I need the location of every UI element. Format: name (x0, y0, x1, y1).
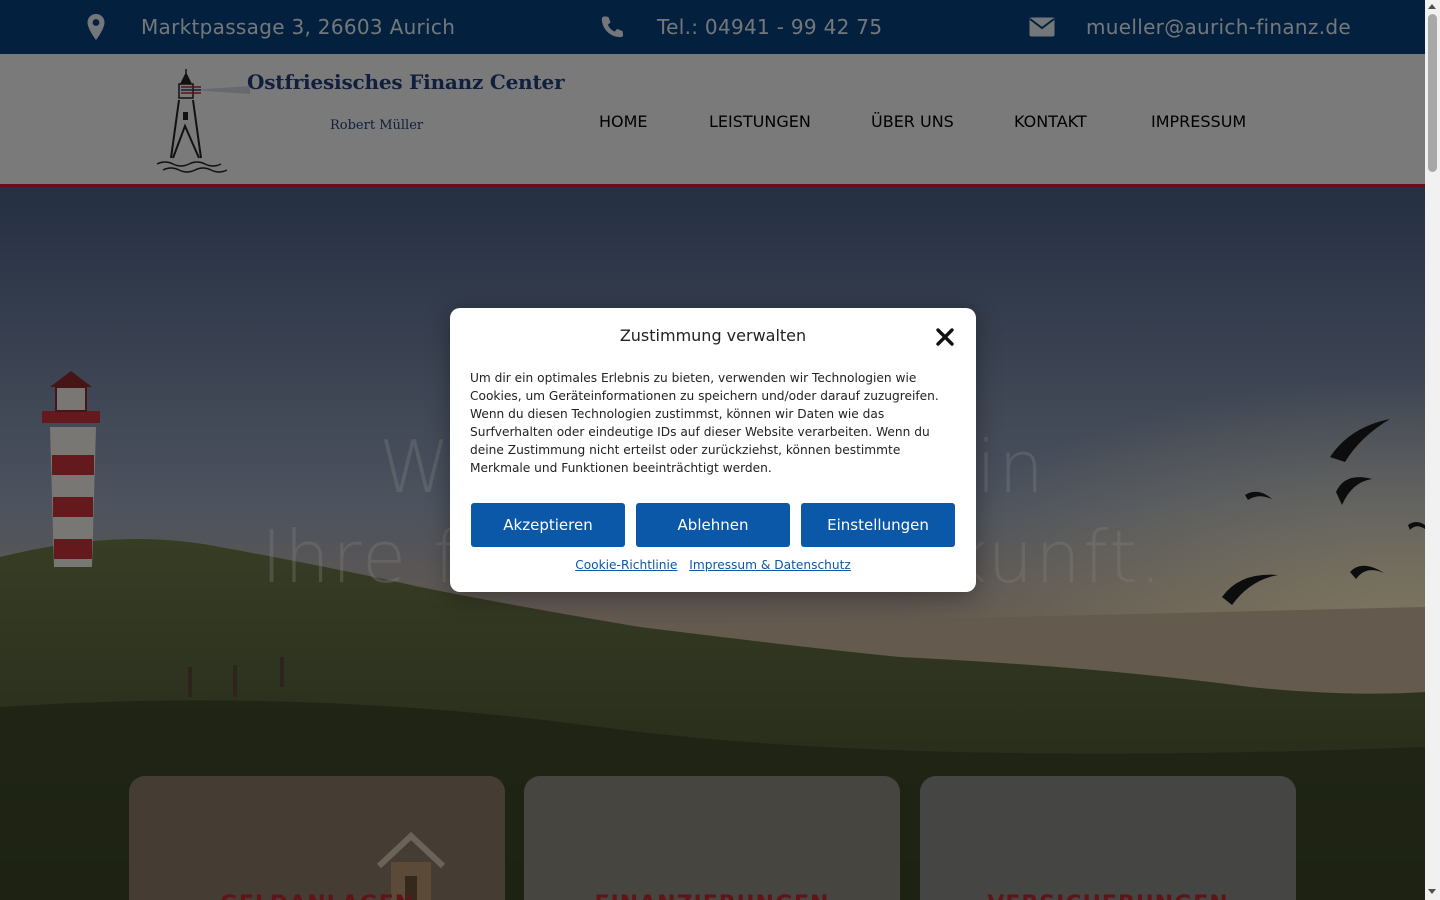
consent-text: Um dir ein optimales Erlebnis zu bieten,… (470, 371, 939, 475)
close-icon[interactable] (934, 326, 956, 348)
dialog-title: Zustimmung verwalten (619, 326, 807, 345)
dialog-links: Cookie-Richtlinie Impressum & Datenschut… (450, 558, 976, 572)
settings-button[interactable]: Einstellungen (801, 503, 955, 547)
scroll-up-arrow-icon[interactable] (1428, 4, 1436, 9)
impressum-link[interactable]: Impressum & Datenschutz (689, 558, 851, 572)
cookie-policy-link[interactable]: Cookie-Richtlinie (575, 558, 677, 572)
scroll-down-arrow-icon[interactable] (1428, 889, 1436, 894)
cookie-consent-dialog: Zustimmung verwalten Um dir ein optimale… (450, 308, 976, 592)
scrollbar-thumb[interactable] (1428, 14, 1437, 172)
deny-button[interactable]: Ablehnen (636, 503, 790, 547)
page-scrollbar[interactable] (1425, 0, 1440, 900)
accept-button[interactable]: Akzeptieren (471, 503, 625, 547)
